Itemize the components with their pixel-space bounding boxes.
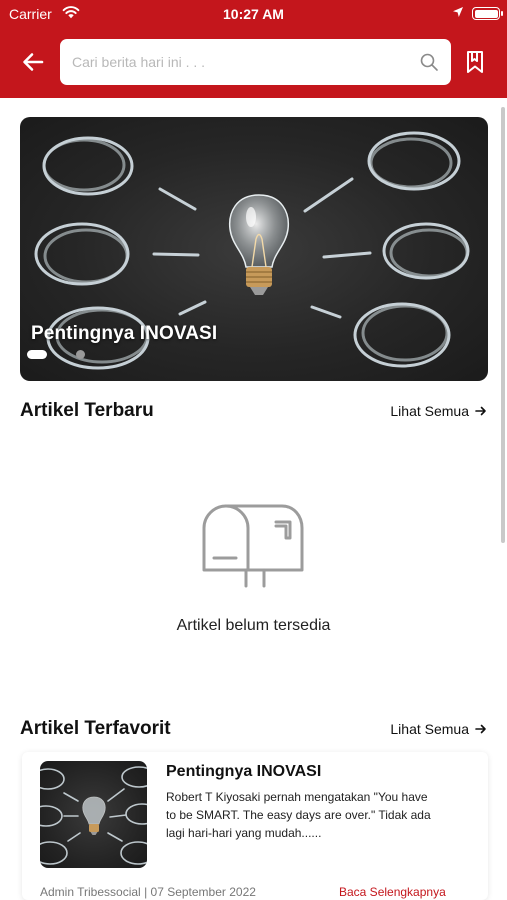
carousel-dot-active[interactable]: [27, 350, 47, 359]
battery-icon: [472, 7, 503, 20]
article-meta: Admin Tribessocial | 07 September 2022: [40, 885, 256, 899]
app-header: Carrier 10:27 AM: [0, 0, 507, 98]
article-title: Pentingnya INOVASI: [166, 763, 322, 780]
arrow-right-icon: [475, 406, 486, 416]
bookmark-icon: [467, 51, 483, 73]
article-thumbnail: [40, 761, 147, 868]
latest-see-all-link[interactable]: Lihat Semua: [390, 403, 487, 419]
article-author: Admin Tribessocial: [40, 885, 141, 899]
search-box[interactable]: [60, 39, 451, 85]
carousel-dot[interactable]: [76, 350, 85, 359]
mailbox-icon: [202, 504, 304, 588]
back-button[interactable]: [18, 48, 48, 76]
see-all-label: Lihat Semua: [390, 403, 469, 419]
banner-title: Pentingnya INOVASI: [31, 323, 218, 344]
arrow-right-icon: [475, 724, 486, 734]
favorite-article-card[interactable]: Pentingnya INOVASI Robert T Kiyosaki per…: [22, 752, 488, 900]
search-input[interactable]: [72, 39, 412, 85]
read-more-link[interactable]: Baca Selengkapnya: [339, 885, 446, 899]
see-all-label: Lihat Semua: [390, 721, 469, 737]
bookmarks-button[interactable]: [463, 48, 487, 76]
status-bar: Carrier 10:27 AM: [0, 0, 507, 28]
article-date: 07 September 2022: [150, 885, 256, 899]
status-time: 10:27 AM: [223, 6, 284, 22]
scrollbar[interactable]: [501, 107, 505, 543]
search-icon[interactable]: [419, 52, 439, 72]
latest-section-title: Artikel Terbaru: [20, 400, 154, 421]
empty-state-message: Artikel belum tersedia: [176, 617, 331, 634]
favorites-section-title: Artikel Terfavorit: [20, 718, 171, 739]
favorites-see-all-link[interactable]: Lihat Semua: [390, 721, 487, 737]
featured-banner[interactable]: Pentingnya INOVASI: [20, 117, 488, 381]
location-arrow-icon: [453, 7, 463, 17]
arrow-left-icon: [23, 53, 44, 71]
article-excerpt: Robert T Kiyosaki pernah mengatakan "You…: [166, 790, 431, 840]
